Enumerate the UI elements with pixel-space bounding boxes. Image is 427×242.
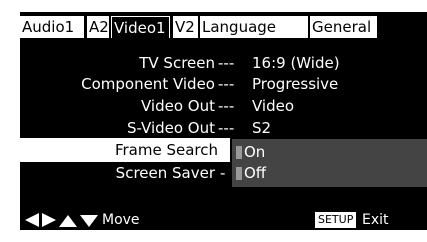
setting-separator: --- [218, 75, 235, 93]
setting-label: Video Out [141, 97, 215, 115]
option-label: Off [244, 164, 267, 182]
setting-label: S-Video Out [126, 119, 215, 137]
setting-value: S2 [252, 119, 272, 137]
footer-bar: Move SETUP Exit [20, 210, 427, 230]
tab-audio1[interactable]: Audio1 [20, 16, 84, 38]
down-arrow-icon [80, 215, 98, 227]
move-hint: Move [102, 212, 140, 228]
exit-hint: Exit [362, 212, 389, 228]
selection-marker-icon [236, 167, 242, 180]
setting-label: Component Video [81, 75, 215, 93]
selection-marker-icon [236, 146, 242, 159]
tab-general[interactable]: General [310, 16, 377, 38]
option-on[interactable]: On [232, 142, 427, 163]
option-label: On [244, 143, 266, 161]
setting-row-component-video[interactable]: Component Video --- Progressive [20, 72, 427, 96]
setting-separator: --- [218, 97, 235, 115]
setting-row-video-out[interactable]: Video Out --- Video [20, 94, 427, 118]
option-off[interactable]: Off [232, 163, 427, 184]
option-popup: On Off [232, 139, 427, 187]
setting-separator: --- [218, 119, 235, 137]
setting-separator: - [220, 164, 226, 182]
setup-button[interactable]: SETUP [315, 212, 357, 228]
setting-row-s-video-out[interactable]: S-Video Out --- S2 [20, 116, 427, 140]
dvd-setup-menu: Audio1 A2 Video1 V2 Language General TV … [20, 12, 427, 230]
up-arrow-icon [59, 215, 77, 227]
tab-language[interactable]: Language [200, 16, 308, 38]
setting-label: Frame Search [114, 141, 218, 159]
navigation-arrows [25, 213, 98, 227]
setting-value: Progressive [252, 75, 339, 93]
tab-video1[interactable]: Video1 [111, 16, 170, 38]
tab-bar: Audio1 A2 Video1 V2 Language General [20, 12, 427, 42]
left-arrow-icon [25, 213, 39, 227]
right-arrow-icon [42, 213, 56, 227]
tab-a2[interactable]: A2 [87, 16, 109, 38]
setting-row-frame-search[interactable]: Frame Search [20, 138, 230, 162]
setting-label: Screen Saver [115, 164, 215, 182]
tab-v2[interactable]: V2 [173, 16, 198, 38]
setting-value: Video [252, 97, 295, 115]
